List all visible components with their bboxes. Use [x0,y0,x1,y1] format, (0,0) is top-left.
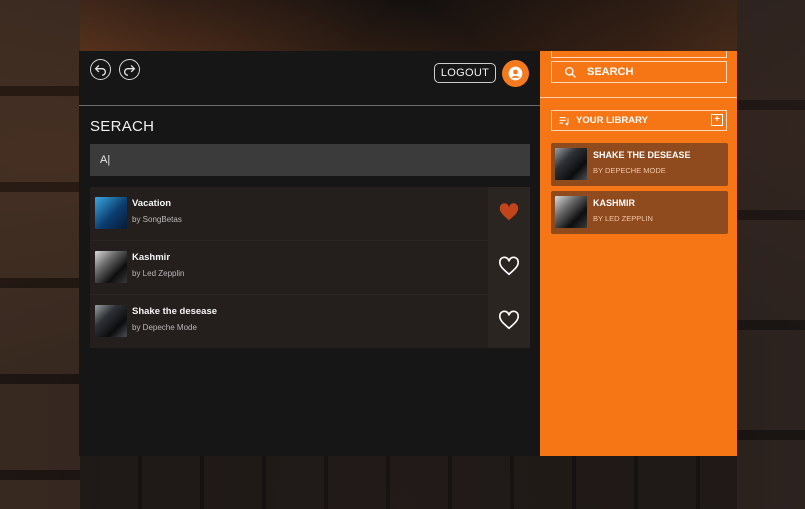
song-artist: by SongBetas [132,215,182,224]
avatar[interactable] [502,60,529,87]
song-artist: by Led Zepplin [132,269,185,278]
album-cover [95,305,127,337]
search-icon [564,66,576,78]
library-item[interactable]: SHAKE THE DESEASE BY DEPECHE MODE [551,143,728,186]
header-divider [79,105,540,106]
library-item-artist: BY DEPECHE MODE [593,166,666,175]
library-label: YOUR LIBRARY [576,115,648,126]
list-item[interactable]: Shake the desease by Depeche Mode [90,295,530,348]
song-title: Shake the desease [132,306,218,317]
list-item[interactable]: Vacation by SongBetas [90,187,530,240]
floor-backdrop [80,456,737,509]
left-shelf-backdrop [0,0,80,509]
main-panel: LOGOUT SERACH Vacation by SongBetas Kas [79,51,540,456]
logout-button[interactable]: LOGOUT [434,63,496,83]
album-cover [555,196,587,228]
song-title: Vacation [132,198,172,209]
song-row[interactable]: Kashmir by Led Zepplin [90,241,488,294]
library-header[interactable]: YOUR LIBRARY + [551,110,727,131]
search-input[interactable] [90,144,530,176]
back-button[interactable] [90,59,111,80]
page-title: SERACH [90,118,155,135]
user-circle-icon [508,66,523,81]
sidebar-search-button[interactable]: SEARCH [551,61,727,83]
results-list: Vacation by SongBetas Kashmir by Led Zep… [90,187,530,348]
list-item[interactable]: Kashmir by Led Zepplin [90,241,530,294]
library-item-artist: BY LED ZEPPLIN [593,214,653,223]
song-title: Kashmir [132,252,171,263]
library-item[interactable]: KASHMIR BY LED ZEPPLIN [551,191,728,234]
album-cover [555,148,587,180]
sidebar-top-item[interactable] [551,51,727,58]
library-item-title: SHAKE THE DESEASE [593,150,691,160]
forward-button[interactable] [119,59,140,80]
heart-outline-icon[interactable] [498,309,520,331]
undo-arrow-icon [94,64,106,76]
sidebar-divider [540,97,737,98]
album-cover [95,251,127,283]
redo-arrow-icon [124,64,136,76]
sidebar-search-label: SEARCH [587,66,634,78]
heart-outline-icon[interactable] [498,255,520,277]
library-item-title: KASHMIR [593,198,635,208]
sidebar: SEARCH YOUR LIBRARY + SHAKE THE DESEASE … [540,51,737,456]
plus-square-icon[interactable]: + [711,114,723,126]
heart-filled-icon[interactable] [498,201,520,223]
playlist-icon [559,116,569,125]
song-row[interactable]: Vacation by SongBetas [90,187,488,240]
song-row[interactable]: Shake the desease by Depeche Mode [90,295,488,348]
right-shelf-backdrop [737,0,805,509]
album-cover [95,197,127,229]
song-artist: by Depeche Mode [132,323,197,332]
